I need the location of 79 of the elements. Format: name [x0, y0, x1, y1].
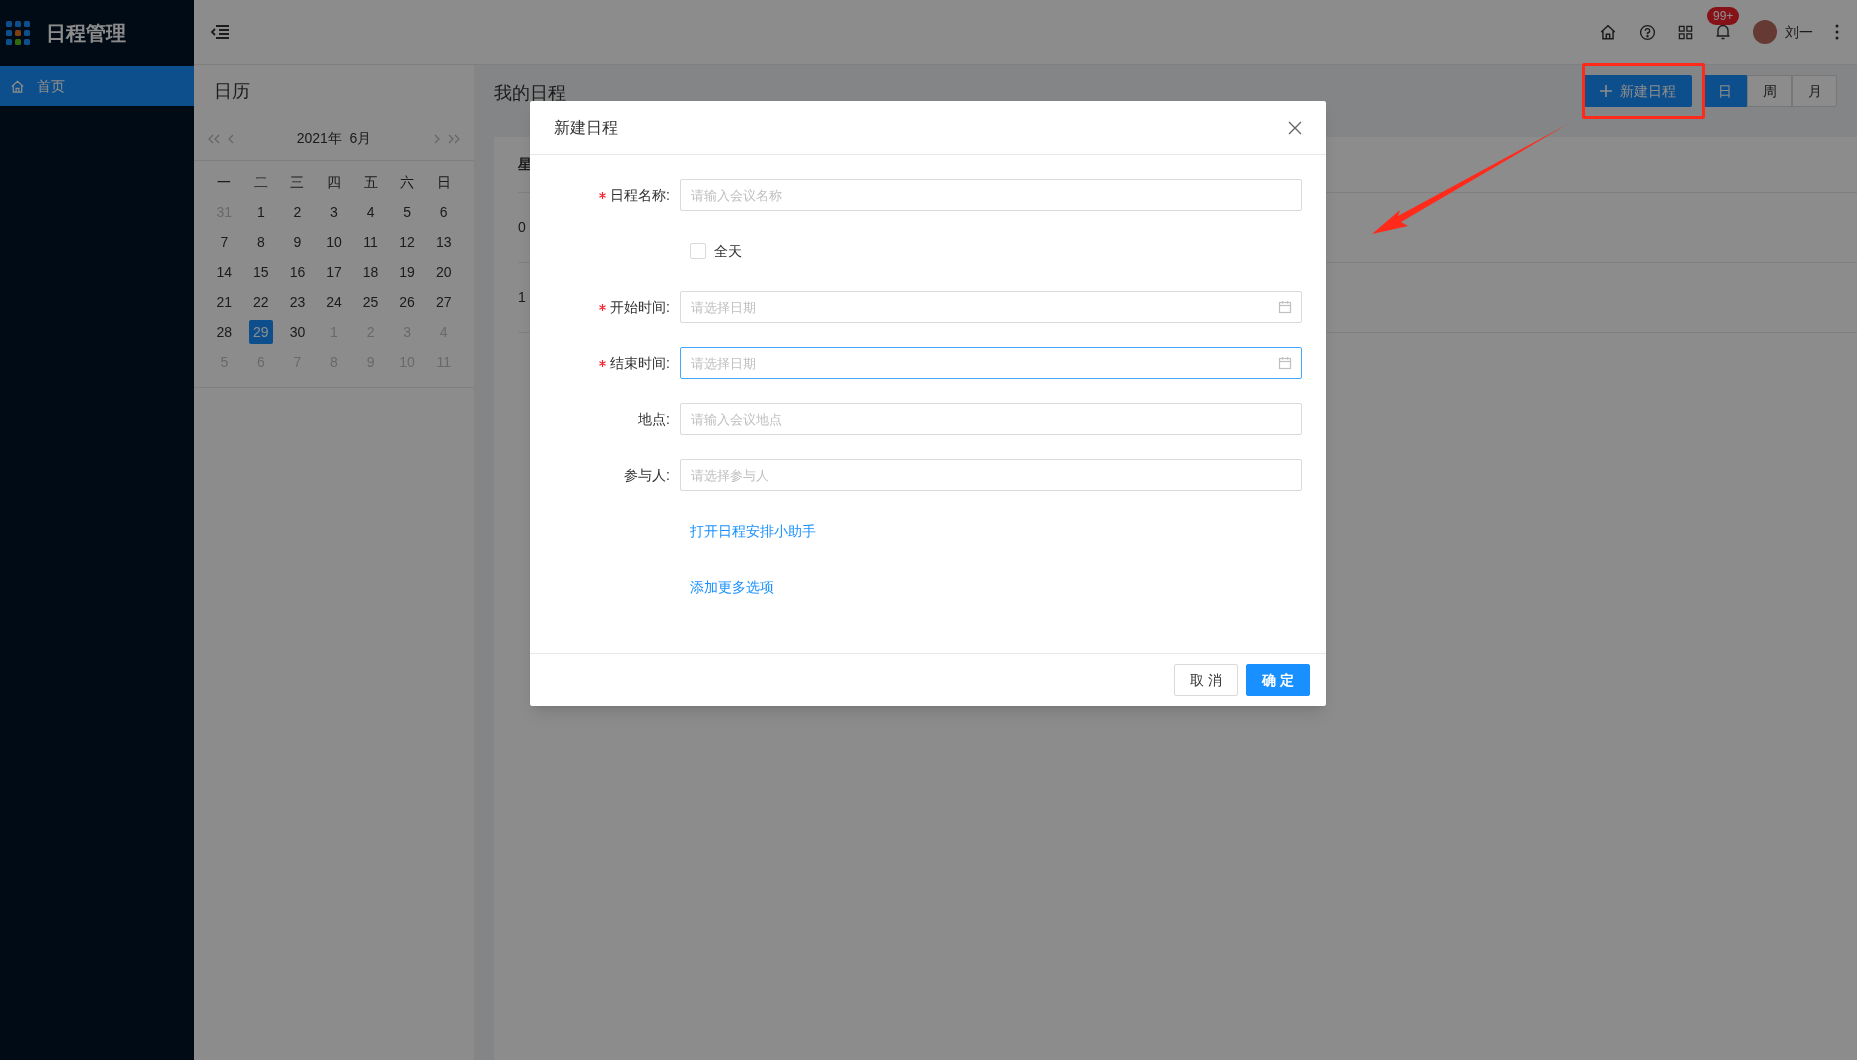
calendar-day[interactable]: 5 — [395, 200, 420, 224]
calendar-day[interactable]: 23 — [285, 290, 310, 314]
weekday-label: 二 — [252, 172, 269, 192]
sidebar-item[interactable]: 首页 — [0, 66, 194, 106]
calendar-day[interactable]: 8 — [248, 230, 273, 254]
weekday-label: 六 — [399, 172, 416, 192]
calendar-day[interactable]: 28 — [212, 320, 237, 344]
input-field[interactable]: 请输入会议地点 — [680, 403, 1302, 435]
calendar-day[interactable]: 20 — [431, 260, 456, 284]
app-title: 日程管理 — [46, 21, 126, 46]
calendar-day[interactable]: 15 — [248, 260, 273, 284]
plus-icon — [1600, 85, 1612, 97]
field-label: 开始时间: — [610, 297, 670, 317]
user-name[interactable]: 刘一 — [1785, 21, 1813, 43]
calendar-day[interactable]: 13 — [431, 230, 456, 254]
schedule-title: 我的日程 — [494, 81, 566, 105]
time-label: 1 — [518, 288, 526, 307]
dialog-link[interactable]: 打开日程安排小助手 — [690, 520, 816, 542]
all-day-checkbox[interactable]: 全天 — [690, 240, 742, 262]
dialog-title: 新建日程 — [554, 117, 619, 138]
calendar-day[interactable]: 10 — [322, 230, 346, 254]
weekday-label: 四 — [326, 172, 342, 192]
month-label[interactable]: 2021年 6月 — [234, 128, 434, 149]
help-icon[interactable] — [1639, 23, 1656, 41]
new-schedule-button[interactable]: 新建日程 — [1584, 75, 1692, 107]
notification-badge: 99+ — [1707, 7, 1740, 25]
avatar[interactable] — [1753, 20, 1777, 44]
calendar-day[interactable]: 9 — [285, 230, 310, 254]
app-grid-logo-icon — [6, 21, 30, 45]
calendar-icon — [1278, 300, 1292, 314]
date-picker-field[interactable]: 请选择日期 — [680, 291, 1302, 323]
more-vertical-icon[interactable] — [1835, 24, 1839, 40]
checkbox-square[interactable] — [690, 243, 706, 259]
calendar-icon — [1278, 356, 1292, 370]
home-icon[interactable] — [1599, 23, 1617, 41]
field-label: 结束时间: — [610, 353, 670, 373]
menu-fold-icon[interactable] — [210, 24, 230, 40]
field-label: 日程名称: — [610, 185, 670, 205]
input-field[interactable]: 请选择参与人 — [680, 459, 1302, 491]
bell-icon[interactable] — [1715, 23, 1731, 41]
weekday-label: 三 — [289, 172, 306, 192]
calendar-day[interactable]: 22 — [248, 290, 273, 314]
close-icon[interactable] — [1288, 120, 1302, 135]
calendar-day[interactable]: 2 — [285, 200, 310, 224]
calendar-day[interactable]: 24 — [322, 290, 346, 314]
calendar-day[interactable]: 14 — [212, 260, 237, 284]
field-label: 地点: — [638, 409, 670, 429]
view-tab[interactable]: 月 — [1792, 75, 1837, 107]
time-label: 0 — [518, 218, 526, 237]
weekday-label: 一 — [216, 172, 233, 192]
calendar-day[interactable]: 7 — [212, 230, 237, 254]
calendar-day[interactable]: 19 — [395, 260, 420, 284]
calendar-title: 日历 — [214, 79, 250, 103]
confirm-button[interactable]: 确 定 — [1246, 664, 1310, 696]
view-tab[interactable]: 周 — [1747, 75, 1792, 107]
schedule-column-header: 星 — [518, 155, 532, 174]
date-picker-field[interactable]: 请选择日期 — [680, 347, 1302, 379]
field-label: 参与人: — [624, 465, 670, 485]
dialog-link[interactable]: 添加更多选项 — [690, 576, 774, 598]
calendar-day[interactable]: 1 — [248, 200, 273, 224]
input-field[interactable]: 请输入会议名称 — [680, 179, 1302, 211]
calendar-day[interactable]: 17 — [322, 260, 346, 284]
calendar-day[interactable]: 16 — [285, 260, 310, 284]
calendar-day[interactable]: 3 — [322, 200, 346, 224]
calendar-day[interactable]: 26 — [395, 290, 420, 314]
calendar-day[interactable]: 21 — [212, 290, 237, 314]
calendar-day[interactable]: 18 — [358, 260, 383, 284]
calendar-day[interactable]: 30 — [285, 320, 310, 344]
cancel-button[interactable]: 取 消 — [1174, 664, 1239, 696]
home-icon — [10, 78, 25, 94]
calendar-day[interactable]: 27 — [431, 290, 456, 314]
calendar-day[interactable]: 6 — [431, 200, 456, 224]
calendar-day[interactable]: 11 — [358, 230, 383, 254]
apps-grid-icon[interactable] — [1678, 24, 1693, 40]
weekday-label: 五 — [362, 172, 379, 192]
calendar-day[interactable]: 4 — [358, 200, 383, 224]
weekday-label: 日 — [435, 172, 452, 192]
calendar-day[interactable]: 12 — [395, 230, 420, 254]
calendar-day[interactable]: 25 — [358, 290, 383, 314]
